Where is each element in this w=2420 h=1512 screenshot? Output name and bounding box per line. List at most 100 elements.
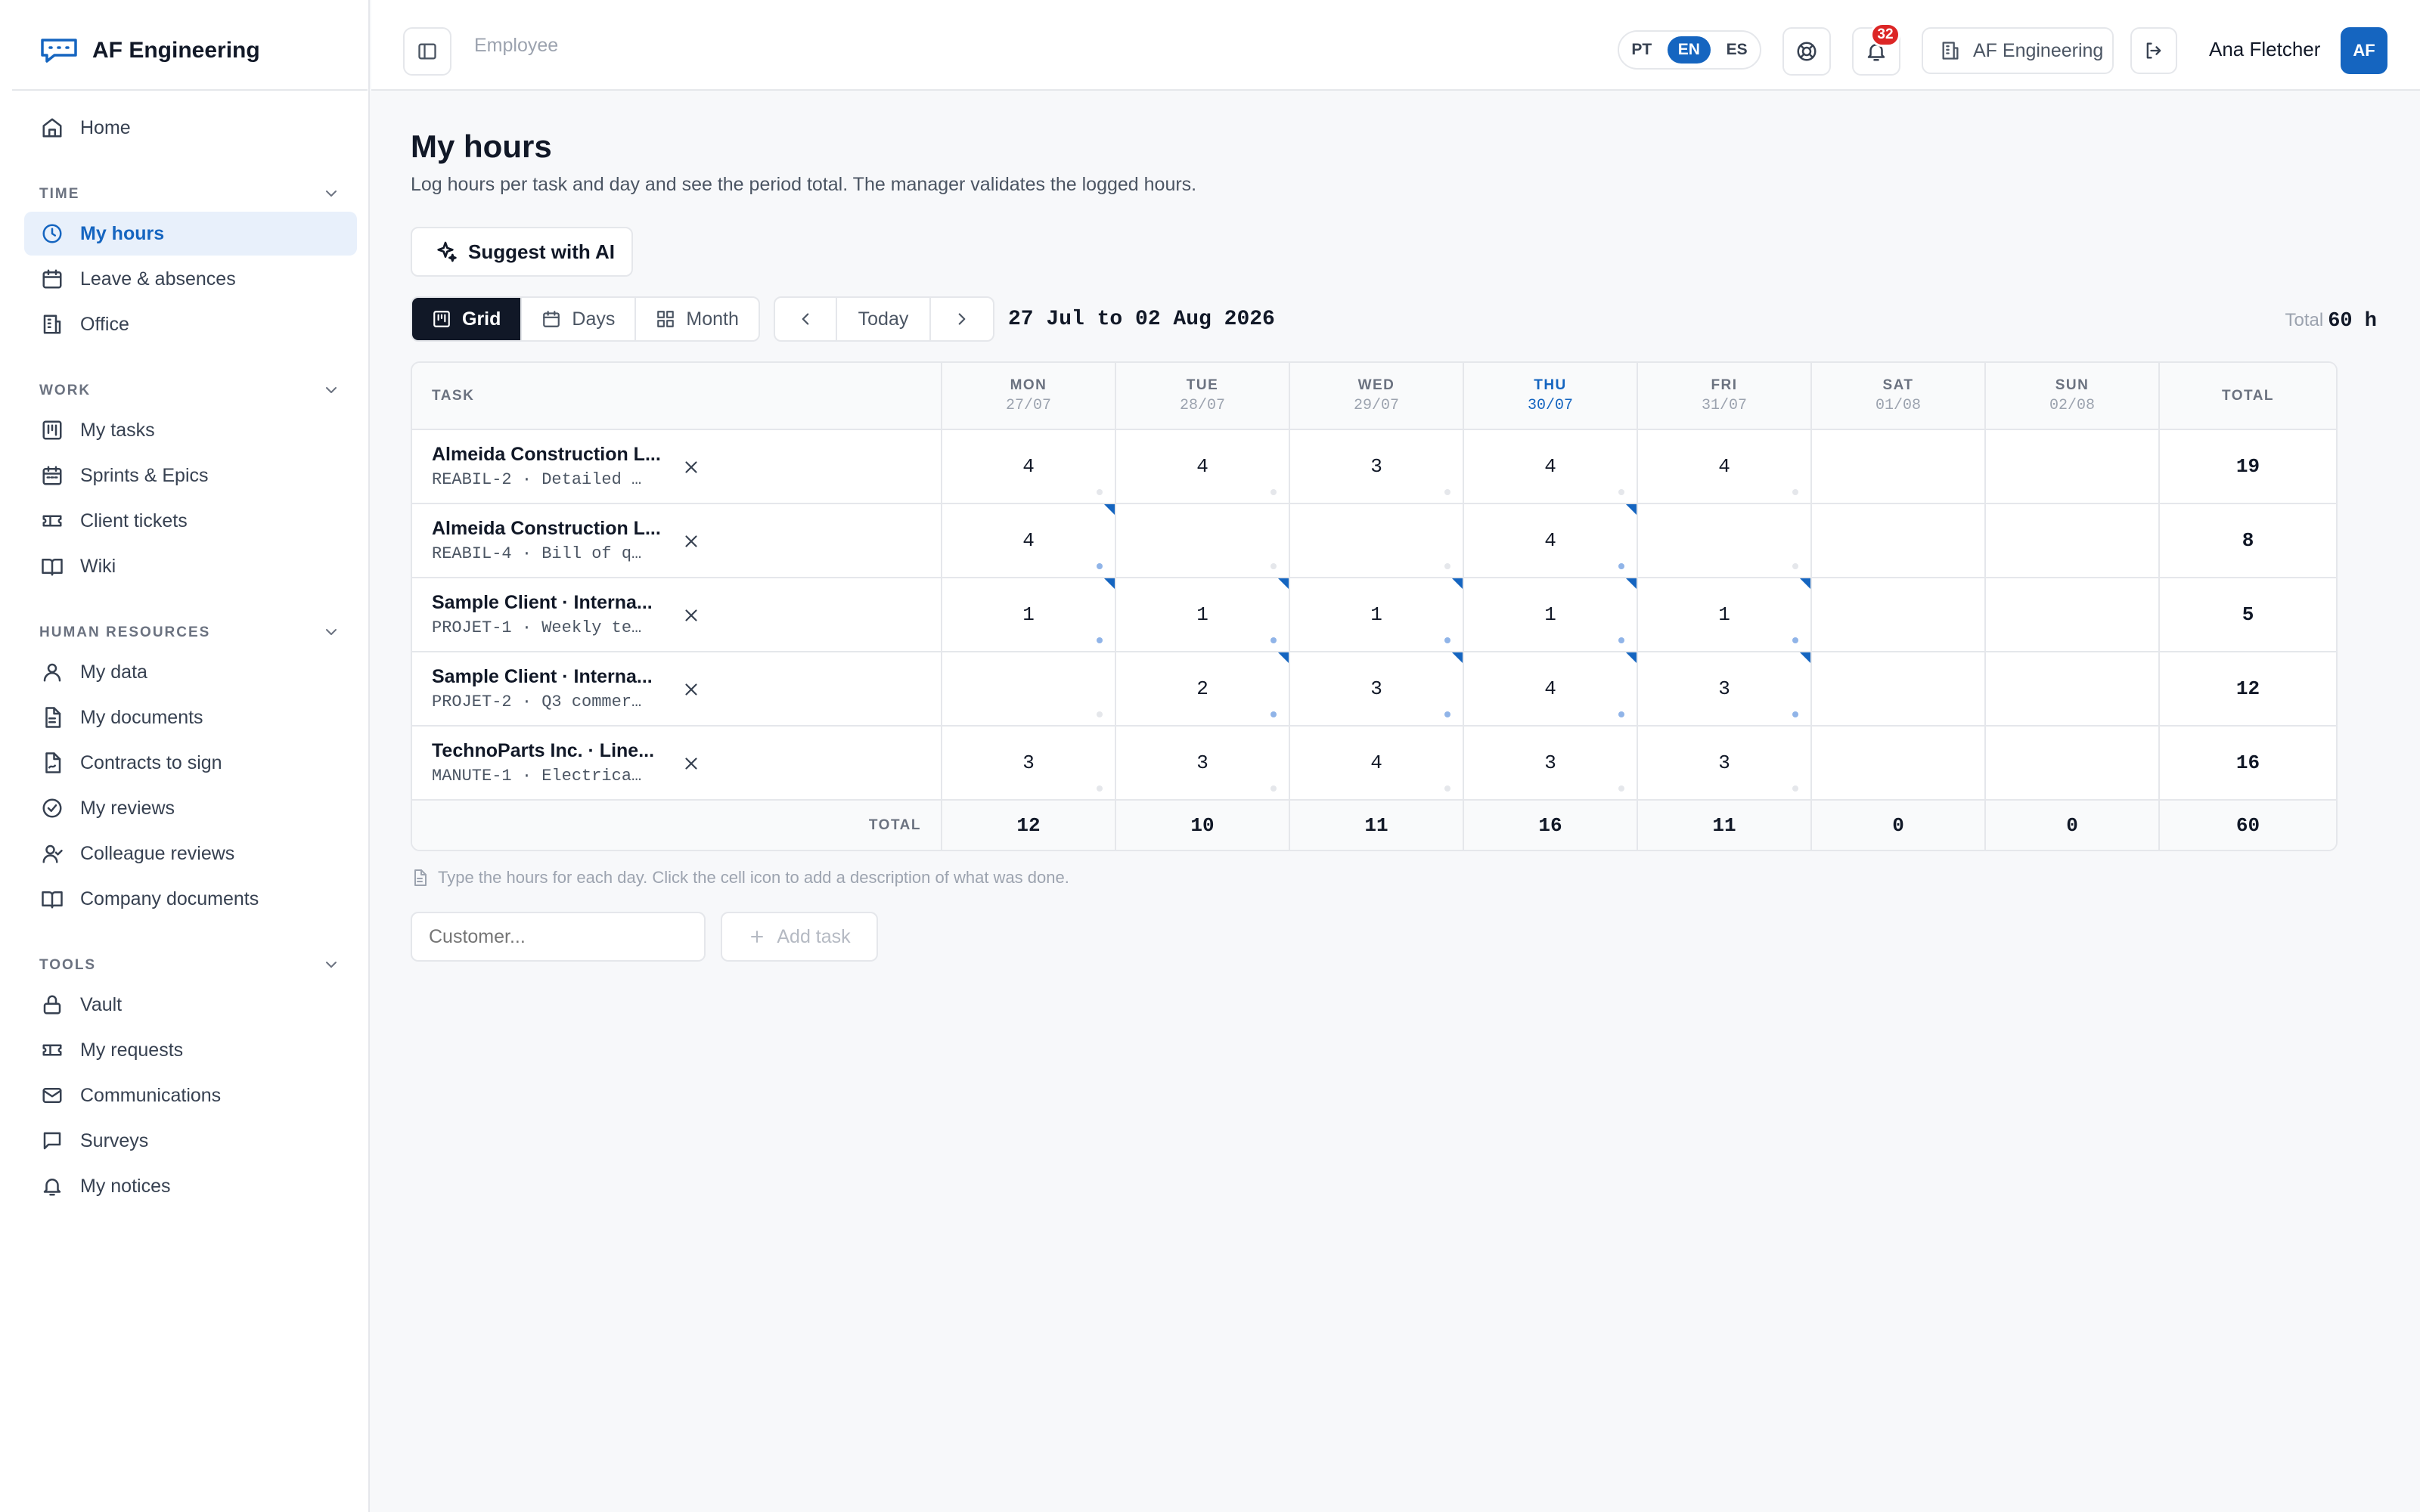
logout-button[interactable] [2130,27,2177,74]
hours-cell[interactable]: 3 [1637,726,1812,801]
description-icon[interactable] [1270,563,1277,569]
hours-cell[interactable] [1811,578,1986,652]
remove-task-icon[interactable] [681,754,701,773]
company-switcher[interactable]: AF Engineering [1922,27,2114,74]
sidebar-item-my-requests[interactable]: My requests [24,1028,357,1072]
sidebar-item-contracts[interactable]: Contracts to sign [24,741,357,785]
hours-cell[interactable] [1985,429,2160,504]
description-icon[interactable] [1618,711,1624,717]
hours-cell[interactable] [942,652,1116,727]
add-task-button[interactable]: Add task [721,912,878,962]
hours-cell[interactable]: 3 [1115,726,1290,801]
hours-cell[interactable] [1115,503,1290,578]
description-icon[interactable] [1792,785,1798,792]
remove-task-icon[interactable] [681,531,701,551]
view-grid-button[interactable]: Grid [412,298,523,340]
hours-cell[interactable] [1985,578,2160,652]
hours-cell[interactable]: 4 [1637,429,1812,504]
lang-es[interactable]: ES [1727,41,1748,59]
description-icon[interactable] [1444,563,1450,569]
hours-cell[interactable] [1985,503,2160,578]
avatar[interactable]: AF [2341,27,2387,74]
hours-cell[interactable]: 2 [1115,652,1290,727]
lang-pt[interactable]: PT [1631,41,1652,59]
hours-cell[interactable]: 4 [942,429,1116,504]
description-icon[interactable] [1097,563,1103,569]
hours-cell[interactable]: 3 [1637,652,1812,727]
view-days-button[interactable]: Days [522,298,637,340]
breadcrumb[interactable]: Employee [474,35,558,57]
description-icon[interactable] [1792,489,1798,495]
nav-section-work[interactable]: WORK [24,363,357,408]
remove-task-icon[interactable] [681,457,701,477]
hours-cell[interactable]: 4 [1463,429,1638,504]
description-icon[interactable] [1618,489,1624,495]
sidebar-item-surveys[interactable]: Surveys [24,1119,357,1163]
description-icon[interactable] [1097,489,1103,495]
hours-cell[interactable] [1811,429,1986,504]
today-button[interactable]: Today [837,298,931,340]
sidebar-item-wiki[interactable]: Wiki [24,544,357,588]
lang-en[interactable]: EN [1667,36,1711,64]
description-icon[interactable] [1792,711,1798,717]
description-icon[interactable] [1792,637,1798,643]
hours-cell[interactable]: 1 [942,578,1116,652]
description-icon[interactable] [1444,711,1450,717]
remove-task-icon[interactable] [681,606,701,625]
sidebar-item-home[interactable]: Home [24,106,357,150]
sidebar-item-my-reviews[interactable]: My reviews [24,786,357,830]
description-icon[interactable] [1618,637,1624,643]
hours-cell[interactable] [1811,503,1986,578]
remove-task-icon[interactable] [681,680,701,699]
sidebar-item-company-documents[interactable]: Company documents [24,877,357,921]
description-icon[interactable] [1270,637,1277,643]
sidebar-item-my-data[interactable]: My data [24,650,357,694]
hours-cell[interactable]: 1 [1637,578,1812,652]
hours-cell[interactable]: 4 [1289,726,1464,801]
sidebar-item-my-hours[interactable]: My hours [24,212,357,256]
description-icon[interactable] [1792,563,1798,569]
brand[interactable]: AF Engineering [12,12,368,91]
description-icon[interactable] [1270,785,1277,792]
toggle-sidebar-button[interactable] [403,27,451,76]
hours-cell[interactable] [1289,503,1464,578]
hours-cell[interactable] [1811,652,1986,727]
sidebar-item-my-notices[interactable]: My notices [24,1164,357,1208]
sidebar-item-sprints[interactable]: Sprints & Epics [24,454,357,497]
hours-cell[interactable] [1985,726,2160,801]
sidebar-item-my-tasks[interactable]: My tasks [24,408,357,452]
sidebar-item-communications[interactable]: Communications [24,1074,357,1117]
hours-cell[interactable]: 4 [1463,503,1638,578]
description-icon[interactable] [1097,637,1103,643]
view-month-button[interactable]: Month [636,298,758,340]
hours-cell[interactable]: 3 [942,726,1116,801]
nav-section-time[interactable]: TIME [24,166,357,212]
sidebar-item-colleague-reviews[interactable]: Colleague reviews [24,832,357,875]
hours-cell[interactable]: 4 [942,503,1116,578]
description-icon[interactable] [1444,489,1450,495]
sidebar-item-leave[interactable]: Leave & absences [24,257,357,301]
user-name[interactable]: Ana Fletcher [2209,38,2320,61]
help-button[interactable] [1782,27,1831,76]
description-icon[interactable] [1097,785,1103,792]
hours-cell[interactable]: 3 [1289,652,1464,727]
hours-cell[interactable]: 4 [1463,652,1638,727]
suggest-ai-button[interactable]: Suggest with AI [411,227,633,277]
hours-cell[interactable]: 1 [1463,578,1638,652]
hours-cell[interactable] [1985,652,2160,727]
hours-cell[interactable] [1637,503,1812,578]
sidebar-item-client-tickets[interactable]: Client tickets [24,499,357,543]
sidebar-item-office[interactable]: Office [24,302,357,346]
hours-cell[interactable]: 1 [1289,578,1464,652]
description-icon[interactable] [1618,785,1624,792]
description-icon[interactable] [1270,711,1277,717]
description-icon[interactable] [1270,489,1277,495]
hours-cell[interactable]: 1 [1115,578,1290,652]
description-icon[interactable] [1097,711,1103,717]
description-icon[interactable] [1444,637,1450,643]
hours-cell[interactable]: 4 [1115,429,1290,504]
hours-cell[interactable]: 3 [1289,429,1464,504]
description-icon[interactable] [1618,563,1624,569]
sidebar-item-my-documents[interactable]: My documents [24,696,357,739]
sidebar-item-vault[interactable]: Vault [24,983,357,1027]
